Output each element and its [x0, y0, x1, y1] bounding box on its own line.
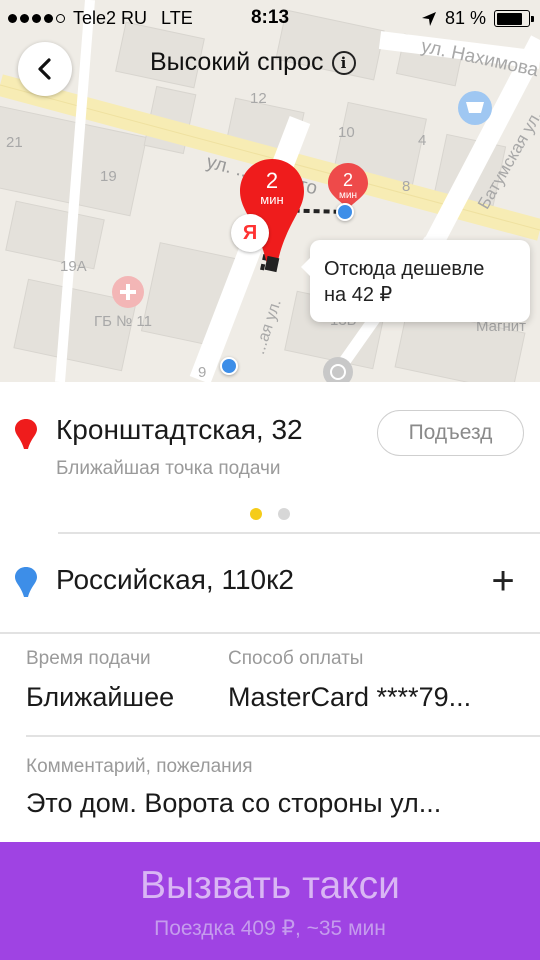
status-bar: Tele2 RU LTE 8:13 81 %: [0, 0, 540, 36]
page-title: Высокий спрос: [150, 48, 324, 76]
destination-pin-blue-icon: [15, 567, 37, 597]
map-house-number: 8: [402, 178, 411, 195]
entrance-button[interactable]: Подъезд: [377, 410, 524, 456]
payment-method-label: Способ оплаты: [228, 648, 364, 669]
header: Высокий спрос i: [150, 48, 356, 77]
pickup-time-label: Время подачи: [26, 648, 151, 669]
map-house-number: 21: [6, 134, 23, 151]
pickup-pin-red-icon: [15, 419, 37, 449]
map-house-number: 9: [198, 364, 207, 381]
cheaper-pickup-tooltip[interactable]: Отсюда дешевле на 42 ₽: [301, 240, 530, 322]
tooltip-line1: Отсюда дешевле: [324, 258, 485, 280]
destination-address: Российская, 110к2: [56, 564, 294, 595]
pickup-pin-minutes: 2: [265, 168, 279, 193]
divider: [0, 632, 540, 634]
map-place-label: ГБ № 11: [94, 313, 152, 330]
order-panel: Кронштадтская, 32 Ближайшая точка подачи…: [0, 382, 540, 960]
pickup-row[interactable]: Кронштадтская, 32 Ближайшая точка подачи…: [0, 410, 540, 490]
destination-row[interactable]: Российская, 110к2 +: [0, 550, 540, 618]
divider: [58, 532, 540, 534]
yandex-logo: Я: [231, 214, 269, 252]
add-stop-button[interactable]: +: [478, 556, 528, 606]
info-icon[interactable]: i: [331, 50, 356, 75]
map-house-number: 12: [250, 90, 267, 107]
pickup-address: Кронштадтская, 32: [56, 414, 303, 445]
pickup-time-value: Ближайшее: [26, 682, 175, 712]
comment-label: Комментарий, пожелания: [26, 756, 253, 777]
location-arrow-icon: [421, 11, 436, 26]
tooltip-line2: на 42 ₽: [324, 284, 393, 306]
call-taxi-title: Вызвать такси: [140, 864, 400, 907]
battery-icon: [494, 10, 534, 27]
battery-percent: 81 %: [444, 8, 486, 28]
divider: [26, 735, 540, 737]
map-house-number: 10: [338, 124, 355, 141]
payment-method-value: MasterCard ****79...: [228, 682, 472, 712]
trip-estimate: Поездка 409 ₽, ~35 мин: [154, 917, 386, 940]
call-taxi-button[interactable]: Вызвать такси Поездка 409 ₽, ~35 мин: [0, 842, 540, 960]
pickup-hint: Ближайшая точка подачи: [56, 458, 281, 479]
alt-pin-unit: мин: [339, 190, 357, 201]
pickup-page-indicator: [250, 508, 290, 520]
chevron-left-icon: [38, 58, 51, 80]
user-location-dot: [220, 357, 238, 375]
alt-pin-minutes: 2: [342, 170, 353, 190]
map-house-number: 4: [418, 132, 427, 149]
pickup-pin-unit: мин: [260, 192, 284, 207]
comment-value: Это дом. Ворота со стороны ул...: [26, 788, 442, 818]
alt-point-dot[interactable]: [336, 203, 354, 221]
map-house-number: 19А: [60, 258, 87, 275]
page-dot: [278, 508, 290, 520]
back-button[interactable]: [18, 42, 72, 96]
page-dot-active: [250, 508, 262, 520]
map-house-number: 19: [100, 168, 117, 185]
